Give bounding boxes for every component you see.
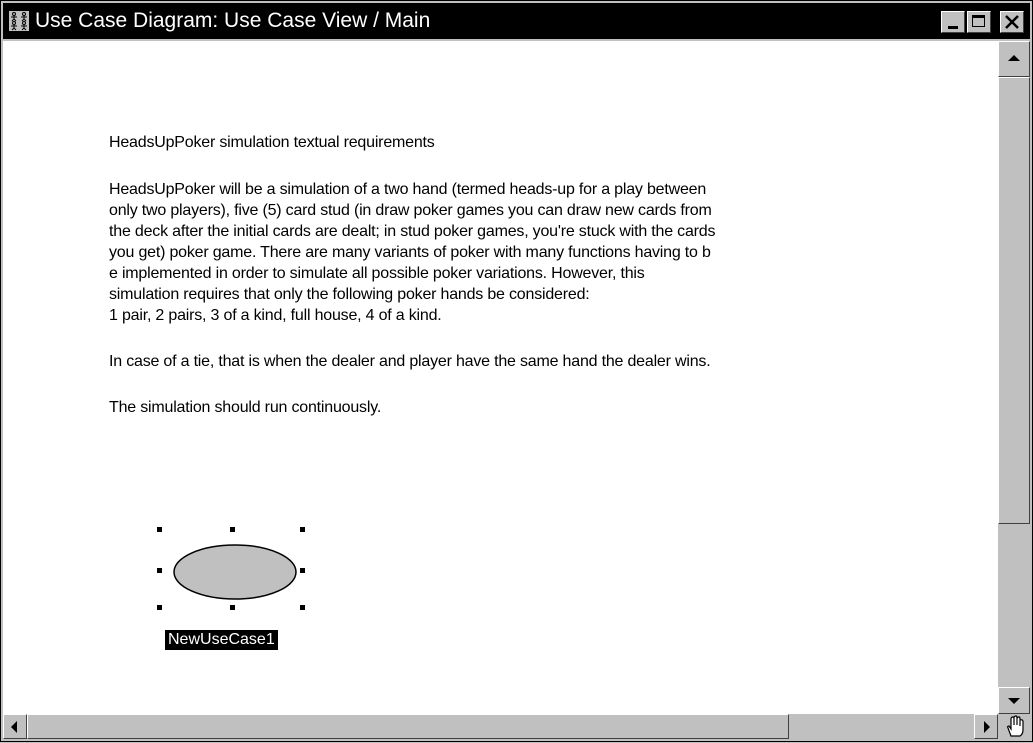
requirements-line: 1 pair, 2 pairs, 3 of a kind, full house…	[109, 307, 442, 324]
arrow-left-icon	[11, 721, 17, 733]
maximize-icon	[972, 15, 985, 27]
minimize-icon	[948, 26, 958, 29]
use-case-diagram-window: Use Case Diagram: Use Case View / Main H…	[0, 0, 1033, 742]
arrow-down-icon	[1008, 698, 1020, 704]
horizontal-scroll-thumb[interactable]	[27, 714, 789, 739]
diagram-canvas[interactable]: HeadsUpPoker simulation textual requirem…	[3, 41, 998, 714]
close-button[interactable]	[1000, 11, 1024, 33]
vertical-scrollbar[interactable]	[998, 41, 1030, 714]
requirements-line: simulation requires that only the follow…	[109, 286, 590, 303]
requirements-line: HeadsUpPoker will be a simulation of a t…	[109, 181, 707, 198]
continuous-run-text: The simulation should run continuously.	[109, 399, 382, 416]
tie-rule-text: In case of a tie, that is when the deale…	[109, 353, 711, 370]
scroll-corner	[998, 714, 1030, 739]
use-case-label[interactable]: NewUseCase1	[165, 630, 278, 650]
selection-handle[interactable]	[300, 527, 305, 532]
maximize-button[interactable]	[967, 11, 991, 33]
selection-handle[interactable]	[157, 527, 162, 532]
requirements-line: the deck after the initial cards are dea…	[109, 223, 716, 240]
selection-handle[interactable]	[300, 605, 305, 610]
horizontal-scrollbar[interactable]	[3, 714, 998, 739]
scroll-up-button[interactable]	[998, 41, 1030, 77]
selection-handle[interactable]	[230, 605, 235, 610]
selection-handle[interactable]	[300, 568, 305, 573]
window-title: Use Case Diagram: Use Case View / Main	[35, 9, 431, 32]
vertical-scroll-track[interactable]	[998, 524, 1030, 687]
actors-icon	[9, 11, 29, 31]
requirements-line: you get) poker game. There are many vari…	[109, 244, 711, 261]
vertical-scroll-thumb[interactable]	[998, 77, 1030, 524]
scroll-left-button[interactable]	[3, 714, 27, 739]
diagram-client-area: HeadsUpPoker simulation textual requirem…	[3, 41, 1030, 739]
use-case-ellipse[interactable]	[169, 541, 301, 603]
selection-handle[interactable]	[157, 605, 162, 610]
requirements-heading: HeadsUpPoker simulation textual requirem…	[109, 134, 435, 151]
title-bar[interactable]: Use Case Diagram: Use Case View / Main	[3, 3, 1030, 39]
selection-handle[interactable]	[157, 568, 162, 573]
hand-cursor-icon	[1005, 715, 1025, 743]
arrow-up-icon	[1008, 55, 1020, 61]
requirements-line: e implemented in order to simulate all p…	[109, 265, 645, 282]
arrow-right-icon	[984, 721, 990, 733]
selection-handle[interactable]	[230, 527, 235, 532]
scroll-right-button[interactable]	[974, 714, 998, 739]
scroll-down-button[interactable]	[998, 687, 1030, 714]
requirements-line: only two players), five (5) card stud (i…	[109, 202, 712, 219]
minimize-button[interactable]	[941, 11, 965, 33]
